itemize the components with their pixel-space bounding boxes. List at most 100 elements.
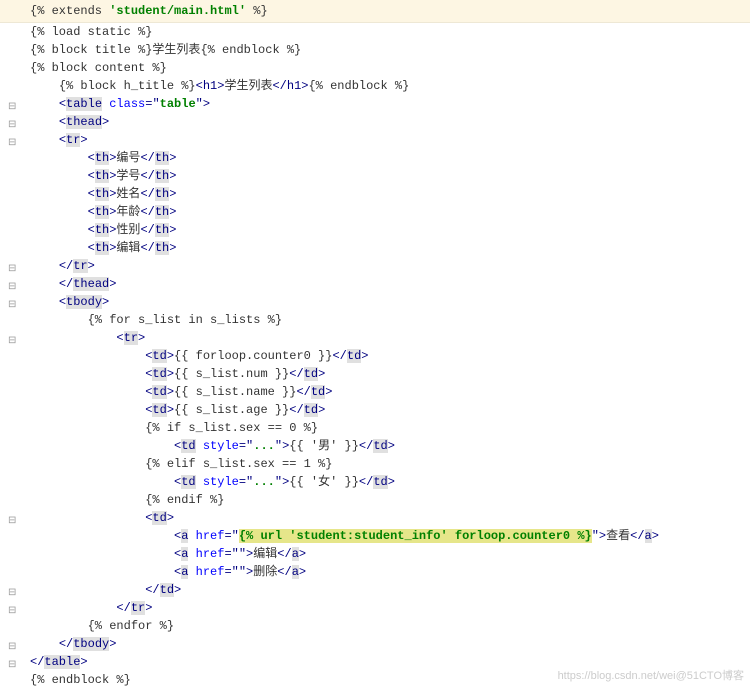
- code-line[interactable]: {% block content %}: [0, 59, 750, 77]
- code-token: =": [224, 547, 238, 561]
- code-line[interactable]: <th>学号</th>: [0, 167, 750, 185]
- code-line[interactable]: <td>{{ forloop.counter0 }}</td>: [0, 347, 750, 365]
- code-token: {{ '女' }}: [289, 475, 359, 489]
- code-token: th: [155, 241, 169, 255]
- code-line[interactable]: <a href="">删除</a>: [0, 563, 750, 581]
- code-token: style: [203, 439, 239, 453]
- code-line[interactable]: ⊟ <tbody>: [0, 293, 750, 311]
- fold-icon[interactable]: ⊟: [8, 279, 18, 289]
- code-token: </: [272, 79, 286, 93]
- code-token: tbody: [73, 637, 109, 651]
- fold-icon[interactable]: ⊟: [8, 333, 18, 343]
- code-line[interactable]: ⊟ <tr>: [0, 329, 750, 347]
- code-token: tr: [73, 259, 87, 273]
- watermark-text: https://blog.csdn.net/wei@51CTO博客: [558, 667, 744, 683]
- code-token: table: [44, 655, 80, 669]
- code-token: >: [167, 385, 174, 399]
- fold-icon[interactable]: ⊟: [8, 639, 18, 649]
- code-token: thead: [66, 115, 102, 129]
- code-line[interactable]: ⊟ </td>: [0, 581, 750, 599]
- code-line[interactable]: {% for s_list in s_lists %}: [0, 311, 750, 329]
- code-line[interactable]: ⊟ <table class="table">: [0, 95, 750, 113]
- code-token: td: [304, 403, 318, 417]
- code-line[interactable]: ⊟ <td>: [0, 509, 750, 527]
- code-token: class: [109, 97, 145, 111]
- code-token: td: [152, 367, 166, 381]
- code-token: <: [88, 151, 95, 165]
- code-token: a: [645, 529, 652, 543]
- code-token: =": [239, 439, 253, 453]
- code-line[interactable]: {% endfor %}: [0, 617, 750, 635]
- code-line[interactable]: {% endif %}: [0, 491, 750, 509]
- fold-icon[interactable]: ⊟: [8, 135, 18, 145]
- code-line[interactable]: ⊟ <thead>: [0, 113, 750, 131]
- code-token: 性别: [116, 223, 140, 237]
- code-token: =": [224, 565, 238, 579]
- code-line[interactable]: <th>性别</th>: [0, 221, 750, 239]
- code-line[interactable]: <th>编辑</th>: [0, 239, 750, 257]
- code-token: </: [289, 367, 303, 381]
- code-line[interactable]: {% load static %}: [0, 23, 750, 41]
- code-token: ">: [239, 547, 253, 561]
- code-line[interactable]: <th>姓名</th>: [0, 185, 750, 203]
- code-line[interactable]: ⊟ </tr>: [0, 599, 750, 617]
- code-token: th: [155, 151, 169, 165]
- code-line[interactable]: <td>{{ s_list.age }}</td>: [0, 401, 750, 419]
- code-token: href: [196, 565, 225, 579]
- code-token: >: [80, 133, 87, 147]
- code-line[interactable]: <a href="{% url 'student:student_info' f…: [0, 527, 750, 545]
- code-line[interactable]: <th>年龄</th>: [0, 203, 750, 221]
- code-line[interactable]: {% extends 'student/main.html' %}: [0, 0, 750, 23]
- code-token: {% load static %}: [30, 25, 152, 39]
- code-token: [188, 529, 195, 543]
- code-token: >: [388, 439, 395, 453]
- code-token: </: [359, 439, 373, 453]
- code-line[interactable]: <th>编号</th>: [0, 149, 750, 167]
- code-line[interactable]: {% if s_list.sex == 0 %}: [0, 419, 750, 437]
- code-line[interactable]: ⊟ </tbody>: [0, 635, 750, 653]
- code-token: <: [88, 187, 95, 201]
- code-line[interactable]: {% elif s_list.sex == 1 %}: [0, 455, 750, 473]
- code-token: 年龄: [116, 205, 140, 219]
- fold-icon[interactable]: ⊟: [8, 657, 18, 667]
- code-line[interactable]: <a href="">编辑</a>: [0, 545, 750, 563]
- fold-icon[interactable]: ⊟: [8, 99, 18, 109]
- code-token: >: [652, 529, 659, 543]
- code-token: td: [373, 475, 387, 489]
- code-line[interactable]: <td>{{ s_list.name }}</td>: [0, 383, 750, 401]
- code-line[interactable]: {% block title %}学生列表{% endblock %}: [0, 41, 750, 59]
- code-token: >: [299, 547, 306, 561]
- code-token: </: [630, 529, 644, 543]
- code-token: <: [88, 223, 95, 237]
- code-line[interactable]: <td style="...">{{ '女' }}</td>: [0, 473, 750, 491]
- code-token: {% endif %}: [145, 493, 224, 507]
- code-line[interactable]: ⊟ </thead>: [0, 275, 750, 293]
- code-token: <: [59, 97, 66, 111]
- code-token: >: [80, 655, 87, 669]
- code-line[interactable]: ⊟ </tr>: [0, 257, 750, 275]
- fold-icon[interactable]: ⊟: [8, 603, 18, 613]
- code-token: h1: [203, 79, 217, 93]
- code-token: td: [152, 349, 166, 363]
- code-token: a: [292, 565, 299, 579]
- code-token: 学生列表: [224, 79, 272, 93]
- fold-icon[interactable]: ⊟: [8, 297, 18, 307]
- code-token: >: [169, 205, 176, 219]
- code-token: tr: [131, 601, 145, 615]
- code-line[interactable]: ⊟ <tr>: [0, 131, 750, 149]
- fold-icon[interactable]: ⊟: [8, 261, 18, 271]
- code-line[interactable]: {% block h_title %}<h1>学生列表</h1>{% endbl…: [0, 77, 750, 95]
- code-line[interactable]: <td>{{ s_list.num }}</td>: [0, 365, 750, 383]
- code-line[interactable]: <td style="...">{{ '男' }}</td>: [0, 437, 750, 455]
- fold-icon[interactable]: ⊟: [8, 585, 18, 595]
- code-token: </: [116, 601, 130, 615]
- code-token: >: [88, 259, 95, 273]
- code-editor[interactable]: {% extends 'student/main.html' %} {% load…: [0, 0, 750, 689]
- fold-icon[interactable]: ⊟: [8, 513, 18, 523]
- fold-icon[interactable]: ⊟: [8, 117, 18, 127]
- code-token: a: [292, 547, 299, 561]
- code-token: =": [224, 529, 238, 543]
- code-token: </: [332, 349, 346, 363]
- code-token: </: [140, 151, 154, 165]
- code-token: {{ s_list.name }}: [174, 385, 296, 399]
